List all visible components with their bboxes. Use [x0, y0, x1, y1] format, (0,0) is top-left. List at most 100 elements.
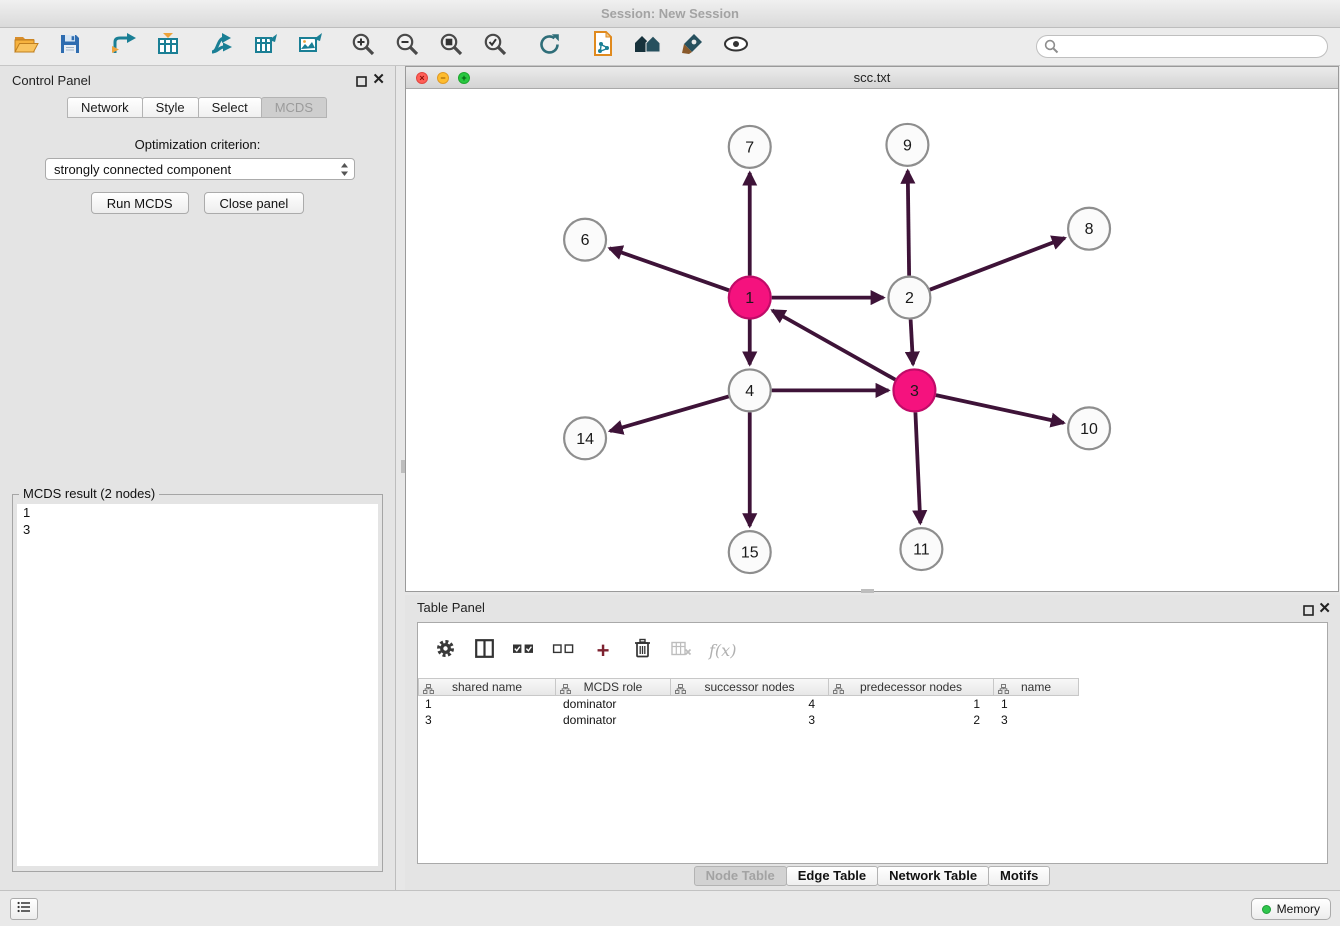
import-network-button[interactable] [110, 33, 137, 60]
export-image-button[interactable] [296, 33, 323, 60]
first-neighbors-button[interactable] [634, 33, 661, 60]
column-header-mcds-role[interactable]: MCDS role [556, 678, 671, 696]
gear-icon [435, 638, 456, 664]
node-1[interactable]: 1 [729, 277, 771, 319]
cell-name[interactable]: 3 [994, 712, 1079, 728]
close-table-panel-icon[interactable]: ✕ [1318, 599, 1331, 617]
memory-status-dot [1262, 905, 1271, 914]
automation-panel-button[interactable] [10, 898, 38, 920]
svg-text:8: 8 [1085, 221, 1094, 238]
edge-2-8[interactable] [930, 238, 1065, 290]
node-9[interactable]: 9 [886, 124, 928, 166]
node-10[interactable]: 10 [1068, 407, 1110, 449]
float-table-panel-icon[interactable] [1303, 603, 1314, 621]
search-input[interactable] [1036, 35, 1328, 58]
cell-mcds-role[interactable]: dominator [556, 696, 671, 712]
cell-predecessor-nodes[interactable]: 2 [829, 712, 994, 728]
result-item[interactable]: 3 [17, 521, 378, 538]
cell-name[interactable]: 1 [994, 696, 1079, 712]
tab-network[interactable]: Network [67, 97, 143, 118]
unchecked-boxes-icon [552, 641, 575, 661]
network-window-titlebar[interactable]: × − + scc.txt [406, 67, 1338, 89]
svg-text:2: 2 [905, 290, 914, 307]
cell-mcds-role[interactable]: dominator [556, 712, 671, 728]
zoom-in-button[interactable] [350, 33, 377, 60]
paste-document-button[interactable] [590, 33, 617, 60]
tab-mcds[interactable]: MCDS [261, 97, 327, 118]
cell-predecessor-nodes[interactable]: 1 [829, 696, 994, 712]
tab-motifs[interactable]: Motifs [988, 866, 1050, 886]
cell-successor-nodes[interactable]: 3 [671, 712, 829, 728]
cell-shared-name[interactable]: 1 [418, 696, 556, 712]
window-titlebar[interactable]: Session: New Session [0, 0, 1340, 28]
node-7[interactable]: 7 [729, 126, 771, 168]
split-table-button[interactable] [473, 639, 495, 663]
zoom-fit-button[interactable] [438, 33, 465, 60]
node-11[interactable]: 11 [900, 528, 942, 570]
column-header-successor-nodes[interactable]: successor nodes [671, 678, 829, 696]
import-table-button[interactable] [154, 33, 181, 60]
node-4[interactable]: 4 [729, 369, 771, 411]
network-canvas-area[interactable]: 1 2 3 4 6 7 8 9 10 11 14 15 [406, 89, 1338, 591]
tab-select[interactable]: Select [198, 97, 262, 118]
node-2[interactable]: 2 [888, 277, 930, 319]
tab-style[interactable]: Style [142, 97, 199, 118]
zoom-out-button[interactable] [394, 33, 421, 60]
edge-1-6[interactable] [610, 248, 729, 290]
delete-rows-button[interactable] [631, 639, 653, 663]
table-panel-tabs: Node TableEdge TableNetwork TableMotifs [405, 866, 1340, 886]
cell-shared-name[interactable]: 3 [418, 712, 556, 728]
splitter-handle-vertical[interactable] [401, 460, 405, 473]
close-panel-icon[interactable]: ✕ [372, 70, 385, 88]
edge-4-14[interactable] [610, 396, 729, 431]
cell-successor-nodes[interactable]: 4 [671, 696, 829, 712]
tab-node-table[interactable]: Node Table [694, 866, 787, 886]
svg-text:1: 1 [745, 290, 754, 307]
column-header-name[interactable]: name [994, 678, 1079, 696]
mcds-result-list[interactable]: 13 [17, 504, 378, 866]
close-panel-button[interactable]: Close panel [204, 192, 305, 214]
memory-button[interactable]: Memory [1251, 898, 1331, 920]
window-title: Session: New Session [601, 6, 739, 21]
mcds-buttons-row: Run MCDS Close panel [0, 192, 395, 214]
column-header-shared-name[interactable]: shared name [418, 678, 556, 696]
new-network-button[interactable] [208, 33, 235, 60]
table-row[interactable]: 1dominator411 [418, 696, 1327, 712]
refresh-view-button[interactable] [536, 33, 563, 60]
fx-icon: f(x) [709, 641, 736, 660]
edge-2-9[interactable] [908, 171, 909, 276]
criterion-select[interactable]: strongly connected component [45, 158, 355, 180]
zoom-selected-button[interactable] [482, 33, 509, 60]
edge-2-3[interactable] [911, 320, 913, 365]
apply-style-button[interactable] [678, 33, 705, 60]
node-6[interactable]: 6 [564, 219, 606, 261]
node-table-header: shared nameMCDS rolesuccessor nodesprede… [418, 678, 1327, 696]
tab-edge-table[interactable]: Edge Table [786, 866, 878, 886]
export-table-button[interactable] [252, 33, 279, 60]
node-3[interactable]: 3 [893, 369, 935, 411]
show-hide-button[interactable] [722, 33, 749, 60]
delete-column-icon [671, 640, 692, 662]
node-15[interactable]: 15 [729, 531, 771, 573]
open-session-button[interactable] [12, 33, 39, 60]
column-header-predecessor-nodes[interactable]: predecessor nodes [829, 678, 994, 696]
open-folder-icon [13, 33, 39, 60]
select-all-button[interactable] [512, 639, 535, 663]
edge-3-10[interactable] [936, 395, 1064, 423]
column-settings-button[interactable] [434, 639, 456, 663]
run-mcds-button[interactable]: Run MCDS [91, 192, 189, 214]
result-item[interactable]: 1 [17, 504, 378, 521]
deselect-all-button[interactable] [552, 639, 575, 663]
node-8[interactable]: 8 [1068, 208, 1110, 250]
splitter-handle-horizontal[interactable] [861, 589, 874, 593]
edge-3-1[interactable] [772, 310, 895, 379]
edge-3-11[interactable] [915, 412, 920, 523]
float-panel-icon[interactable] [356, 74, 367, 92]
svg-text:3: 3 [910, 383, 919, 400]
table-row[interactable]: 3dominator323 [418, 712, 1327, 728]
add-column-button[interactable]: + [592, 639, 614, 663]
save-session-button[interactable] [56, 33, 83, 60]
tab-network-table[interactable]: Network Table [877, 866, 989, 886]
node-14[interactable]: 14 [564, 417, 606, 459]
network-window: × − + scc.txt 1 2 3 4 6 7 8 9 10 11 14 15 [405, 66, 1339, 592]
